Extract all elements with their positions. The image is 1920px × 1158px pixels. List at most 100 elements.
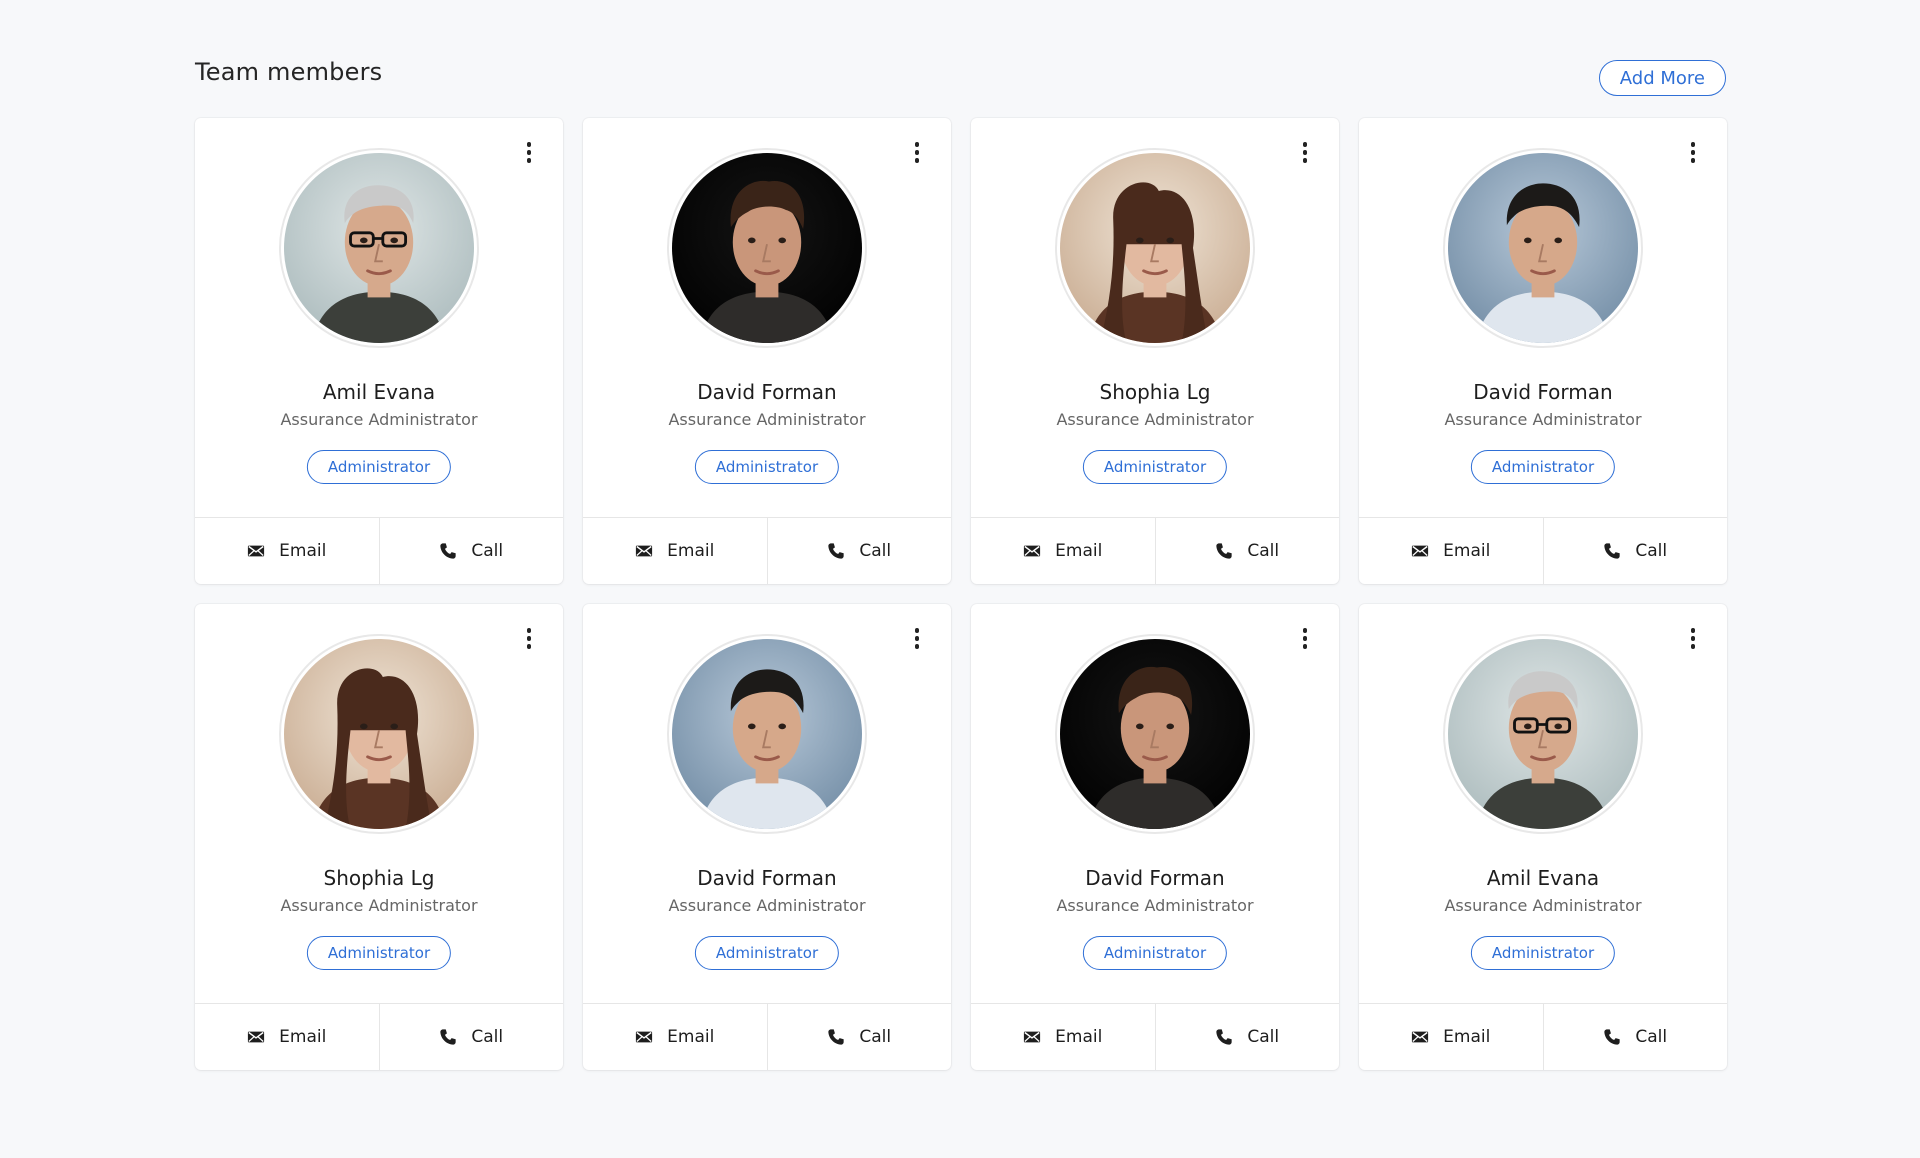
- member-role: Assurance Administrator: [1056, 896, 1254, 915]
- phone-icon: [1603, 1028, 1621, 1046]
- call-button[interactable]: Call: [1542, 1004, 1728, 1070]
- card-actions: Email Call: [971, 517, 1339, 584]
- card-actions: Email Call: [1359, 517, 1727, 584]
- call-button[interactable]: Call: [766, 518, 952, 584]
- member-grid: Amil Evana Assurance Administrator Admin…: [195, 118, 1727, 1070]
- avatar-man-blue-bg: [667, 634, 867, 834]
- add-more-button[interactable]: Add More: [1598, 60, 1726, 96]
- more-options-icon[interactable]: [523, 142, 535, 166]
- more-options-icon[interactable]: [1299, 142, 1311, 166]
- member-card: Shophia Lg Assurance Administrator Admin…: [971, 118, 1339, 584]
- avatar-older-man-glasses: [1443, 634, 1643, 834]
- avatar-young-man-dark: [667, 148, 867, 348]
- email-button[interactable]: Email: [583, 1004, 767, 1070]
- member-name: Amil Evana: [322, 380, 436, 404]
- role-badge: Administrator: [694, 936, 840, 970]
- member-name: David Forman: [1085, 866, 1225, 890]
- email-button[interactable]: Email: [1359, 518, 1543, 584]
- member-role: Assurance Administrator: [280, 410, 478, 429]
- member-card: David Forman Assurance Administrator Adm…: [583, 118, 951, 584]
- more-options-icon[interactable]: [1299, 628, 1311, 652]
- member-card: Amil Evana Assurance Administrator Admin…: [1359, 604, 1727, 1070]
- call-label: Call: [1247, 541, 1280, 561]
- member-role: Assurance Administrator: [1444, 410, 1642, 429]
- email-label: Email: [1055, 1027, 1103, 1047]
- member-name: David Forman: [1473, 380, 1613, 404]
- envelope-icon: [635, 542, 653, 560]
- card-actions: Email Call: [583, 517, 951, 584]
- role-badge: Administrator: [306, 450, 452, 484]
- phone-icon: [827, 542, 845, 560]
- call-button[interactable]: Call: [1154, 518, 1340, 584]
- email-label: Email: [667, 1027, 715, 1047]
- email-label: Email: [1443, 1027, 1491, 1047]
- role-badge: Administrator: [1470, 450, 1616, 484]
- member-name: Shophia Lg: [323, 866, 435, 890]
- phone-icon: [439, 542, 457, 560]
- member-name: Shophia Lg: [1099, 380, 1211, 404]
- call-label: Call: [1635, 1027, 1668, 1047]
- call-button[interactable]: Call: [1542, 518, 1728, 584]
- email-label: Email: [1443, 541, 1491, 561]
- card-actions: Email Call: [583, 1003, 951, 1070]
- card-actions: Email Call: [195, 1003, 563, 1070]
- role-badge: Administrator: [1470, 936, 1616, 970]
- more-options-icon[interactable]: [523, 628, 535, 652]
- member-role: Assurance Administrator: [1056, 410, 1254, 429]
- page-title: Team members: [195, 58, 383, 86]
- email-button[interactable]: Email: [583, 518, 767, 584]
- more-options-icon[interactable]: [911, 142, 923, 166]
- envelope-icon: [1411, 542, 1429, 560]
- role-badge: Administrator: [1082, 450, 1228, 484]
- member-role: Assurance Administrator: [668, 410, 866, 429]
- email-button[interactable]: Email: [195, 1004, 379, 1070]
- avatar-young-woman: [279, 634, 479, 834]
- call-label: Call: [859, 541, 892, 561]
- email-label: Email: [667, 541, 715, 561]
- call-button[interactable]: Call: [1154, 1004, 1340, 1070]
- avatar-young-woman: [1055, 148, 1255, 348]
- more-options-icon[interactable]: [911, 628, 923, 652]
- call-button[interactable]: Call: [766, 1004, 952, 1070]
- member-role: Assurance Administrator: [280, 896, 478, 915]
- member-card: Shophia Lg Assurance Administrator Admin…: [195, 604, 563, 1070]
- avatar-young-man-dark: [1055, 634, 1255, 834]
- envelope-icon: [635, 1028, 653, 1046]
- role-badge: Administrator: [694, 450, 840, 484]
- more-options-icon[interactable]: [1687, 628, 1699, 652]
- call-label: Call: [1247, 1027, 1280, 1047]
- role-badge: Administrator: [1082, 936, 1228, 970]
- card-actions: Email Call: [195, 517, 563, 584]
- phone-icon: [439, 1028, 457, 1046]
- email-label: Email: [279, 1027, 327, 1047]
- call-label: Call: [471, 541, 504, 561]
- member-name: David Forman: [697, 866, 837, 890]
- card-actions: Email Call: [971, 1003, 1339, 1070]
- envelope-icon: [1411, 1028, 1429, 1046]
- call-label: Call: [859, 1027, 892, 1047]
- avatar-older-man-glasses: [279, 148, 479, 348]
- member-card: David Forman Assurance Administrator Adm…: [971, 604, 1339, 1070]
- more-options-icon[interactable]: [1687, 142, 1699, 166]
- email-button[interactable]: Email: [971, 518, 1155, 584]
- email-label: Email: [1055, 541, 1103, 561]
- call-button[interactable]: Call: [378, 1004, 564, 1070]
- role-badge: Administrator: [306, 936, 452, 970]
- phone-icon: [1603, 542, 1621, 560]
- email-button[interactable]: Email: [195, 518, 379, 584]
- envelope-icon: [247, 542, 265, 560]
- email-button[interactable]: Email: [1359, 1004, 1543, 1070]
- member-name: Amil Evana: [1486, 866, 1600, 890]
- team-members-section: Team members Add More Amil Evana Assuran…: [195, 56, 1727, 1070]
- envelope-icon: [1023, 542, 1041, 560]
- phone-icon: [827, 1028, 845, 1046]
- member-role: Assurance Administrator: [668, 896, 866, 915]
- email-button[interactable]: Email: [971, 1004, 1155, 1070]
- member-card: Amil Evana Assurance Administrator Admin…: [195, 118, 563, 584]
- call-label: Call: [1635, 541, 1668, 561]
- call-label: Call: [471, 1027, 504, 1047]
- envelope-icon: [247, 1028, 265, 1046]
- call-button[interactable]: Call: [378, 518, 564, 584]
- member-role: Assurance Administrator: [1444, 896, 1642, 915]
- card-actions: Email Call: [1359, 1003, 1727, 1070]
